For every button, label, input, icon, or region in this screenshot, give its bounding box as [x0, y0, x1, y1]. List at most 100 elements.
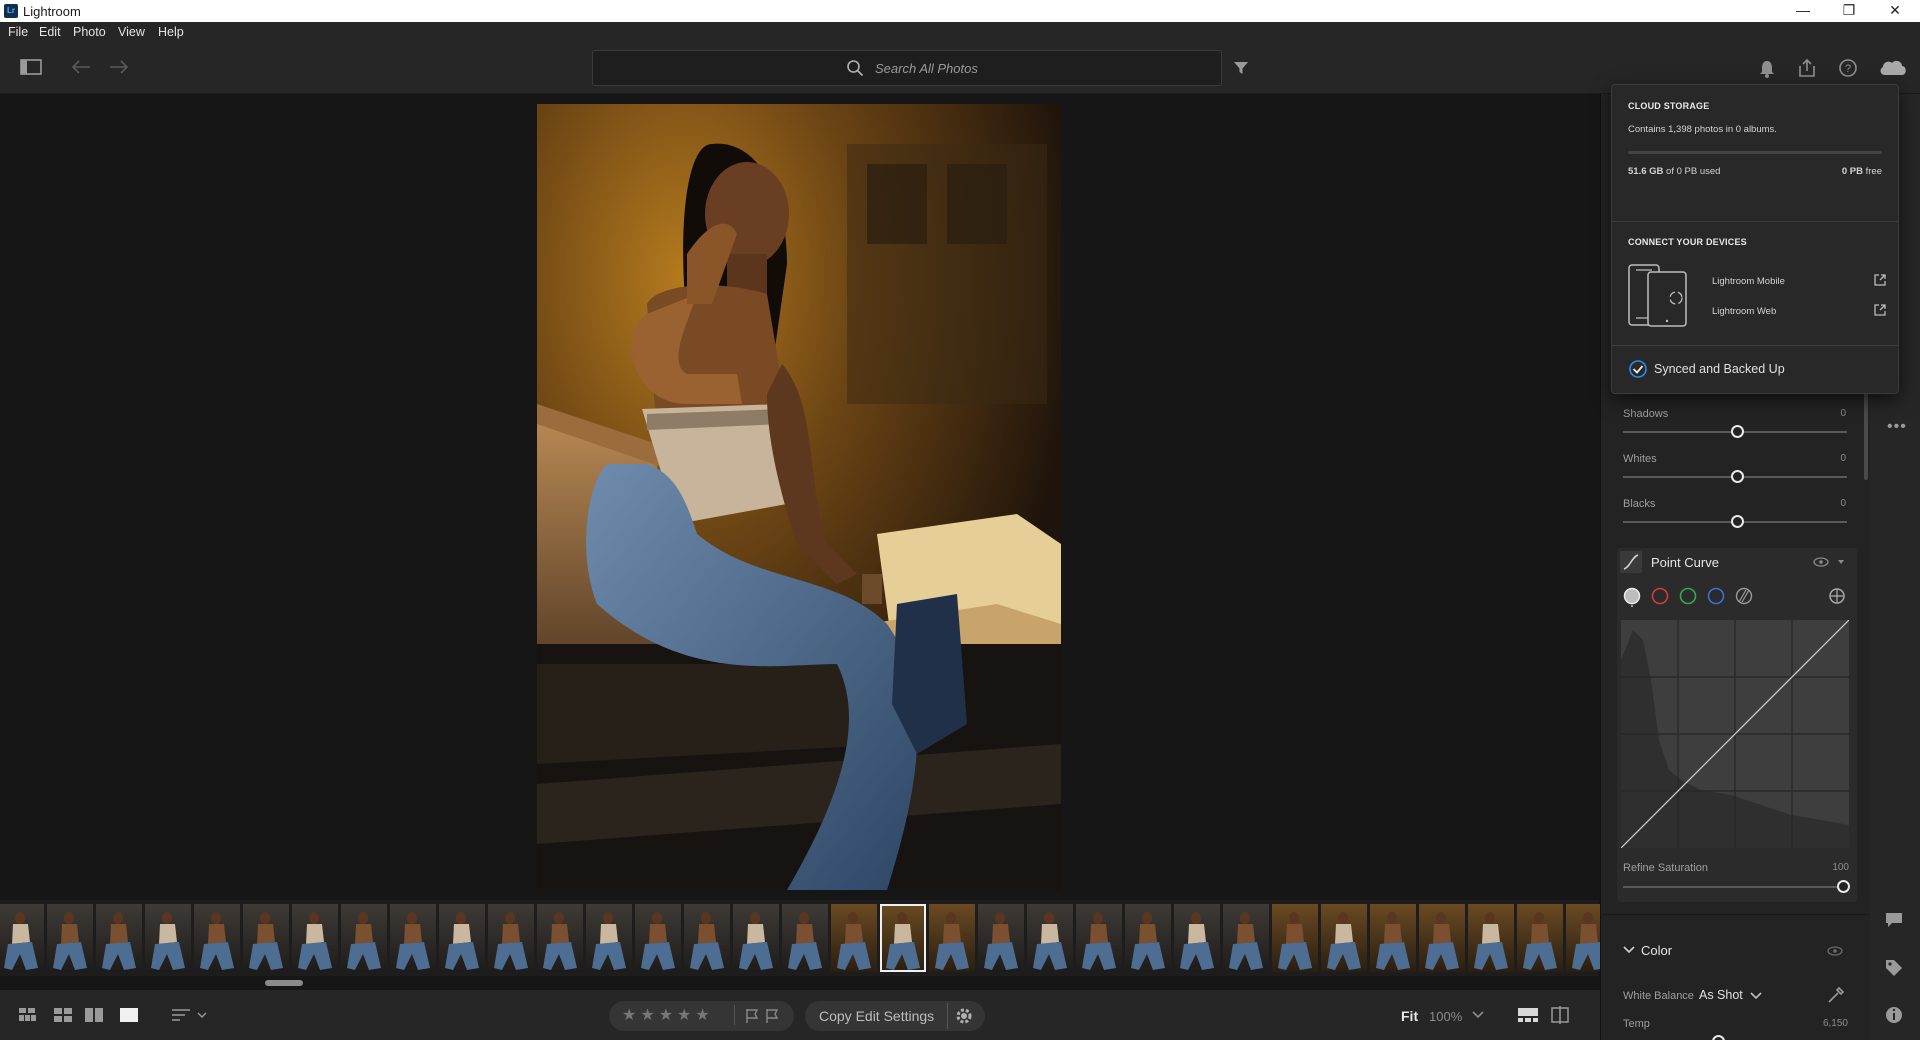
- lightroom-web-link[interactable]: Lightroom Web: [1712, 306, 1776, 317]
- storage-used-suffix: of 0 PB used: [1663, 166, 1721, 177]
- comment-icon[interactable]: [1884, 911, 1904, 929]
- menu-file[interactable]: File: [8, 25, 28, 39]
- filmstrip-thumbnail[interactable]: [635, 904, 681, 972]
- filmstrip-thumbnail[interactable]: [0, 904, 44, 972]
- menu-view[interactable]: View: [118, 25, 145, 39]
- filmstrip-thumbnail[interactable]: [782, 904, 828, 972]
- filmstrip-thumbnail[interactable]: [831, 904, 877, 972]
- info-icon[interactable]: [1884, 1005, 1904, 1025]
- filmstrip-thumbnail[interactable]: [145, 904, 191, 972]
- menu-photo[interactable]: Photo: [73, 25, 106, 39]
- point-curve-title[interactable]: Point Curve: [1651, 555, 1719, 570]
- shadows-value[interactable]: 0: [1816, 408, 1846, 419]
- filmstrip-thumbnail[interactable]: [733, 904, 779, 972]
- help-icon[interactable]: ?: [1838, 58, 1858, 78]
- back-arrow-icon[interactable]: [70, 58, 92, 76]
- filmstrip-thumbnail[interactable]: [1076, 904, 1122, 972]
- restore-button[interactable]: ❐: [1826, 0, 1872, 22]
- filmstrip-thumbnail[interactable]: [1419, 904, 1465, 972]
- refine-saturation-knob[interactable]: [1837, 880, 1850, 893]
- shadows-slider-knob[interactable]: [1731, 425, 1744, 438]
- eyedropper-icon[interactable]: [1826, 985, 1846, 1005]
- filmstrip-thumbnail[interactable]: [341, 904, 387, 972]
- panel-toggle-icon[interactable]: [20, 58, 42, 76]
- chevron-down-icon[interactable]: [1750, 991, 1762, 1001]
- filmstrip-thumbnail[interactable]: [488, 904, 534, 972]
- filmstrip-thumbnail[interactable]: [1370, 904, 1416, 972]
- filmstrip-thumbnail[interactable]: [978, 904, 1024, 972]
- filmstrip-thumbnail[interactable]: [292, 904, 338, 972]
- filmstrip-thumbnail[interactable]: [929, 904, 975, 972]
- lightroom-mobile-link[interactable]: Lightroom Mobile: [1712, 276, 1785, 287]
- external-link-icon[interactable]: [1874, 274, 1886, 286]
- flag-icons[interactable]: [745, 1008, 785, 1024]
- minimize-button[interactable]: —: [1780, 0, 1826, 22]
- visibility-eye-icon[interactable]: [1826, 945, 1844, 957]
- whites-label: Whites: [1623, 453, 1657, 465]
- filmstrip-thumbnail[interactable]: [439, 904, 485, 972]
- copy-edit-settings-button[interactable]: Copy Edit Settings: [819, 1008, 934, 1024]
- before-after-icon[interactable]: [1551, 1006, 1571, 1024]
- filmstrip-toggle-icon[interactable]: [1517, 1007, 1539, 1023]
- gear-icon[interactable]: [954, 1006, 974, 1026]
- filmstrip-thumbnail[interactable]: [47, 904, 93, 972]
- filmstrip-thumbnail[interactable]: [390, 904, 436, 972]
- blacks-slider-knob[interactable]: [1731, 515, 1744, 528]
- storage-free-suffix: free: [1862, 166, 1882, 177]
- visibility-eye-icon[interactable]: [1813, 556, 1847, 568]
- filmstrip-scrollbar[interactable]: [265, 980, 303, 986]
- green-channel-icon[interactable]: [1679, 587, 1697, 607]
- external-link-icon[interactable]: [1874, 304, 1886, 316]
- filmstrip-thumbnail[interactable]: [1027, 904, 1073, 972]
- filmstrip-thumbnail[interactable]: [1223, 904, 1269, 972]
- red-channel-icon[interactable]: [1651, 587, 1669, 607]
- filmstrip-thumbnail-selected[interactable]: [880, 904, 926, 972]
- filter-icon[interactable]: [1233, 60, 1249, 76]
- chevron-down-icon[interactable]: [1472, 1010, 1484, 1020]
- filmstrip-thumbnail[interactable]: [1125, 904, 1171, 972]
- loupe-view-icon[interactable]: [119, 1007, 139, 1023]
- tag-icon[interactable]: [1884, 958, 1904, 978]
- blue-channel-icon[interactable]: [1707, 587, 1725, 607]
- filmstrip-thumbnail[interactable]: [537, 904, 583, 972]
- filmstrip-thumbnail[interactable]: [96, 904, 142, 972]
- white-balance-dropdown[interactable]: As Shot: [1699, 988, 1743, 1002]
- filmstrip-thumbnail[interactable]: [684, 904, 730, 972]
- filmstrip-thumbnail[interactable]: [586, 904, 632, 972]
- refine-saturation-track[interactable]: [1623, 886, 1847, 888]
- whites-value[interactable]: 0: [1816, 453, 1846, 464]
- menu-help[interactable]: Help: [158, 25, 184, 39]
- tone-curve-graph[interactable]: [1621, 620, 1849, 848]
- temp-value[interactable]: 6,150: [1810, 1018, 1848, 1029]
- zoom-value[interactable]: 100%: [1429, 1009, 1462, 1024]
- share-icon[interactable]: [1797, 58, 1817, 78]
- whites-slider-knob[interactable]: [1731, 470, 1744, 483]
- rgb-channel-icon[interactable]: [1623, 587, 1641, 607]
- blacks-value[interactable]: 0: [1816, 498, 1846, 509]
- filmstrip-thumbnail[interactable]: [1468, 904, 1514, 972]
- chevron-down-icon[interactable]: [1623, 945, 1635, 955]
- search-icon: [847, 60, 864, 77]
- square-grid-view-icon[interactable]: [18, 1007, 38, 1023]
- filmstrip-thumbnail[interactable]: [1321, 904, 1367, 972]
- target-adjust-icon[interactable]: [1828, 587, 1846, 607]
- color-section-title[interactable]: Color: [1641, 943, 1672, 958]
- star-rating[interactable]: ★★★★★: [622, 1005, 714, 1025]
- filmstrip-thumbnail[interactable]: [1272, 904, 1318, 972]
- forward-arrow-icon[interactable]: [108, 58, 130, 76]
- cloud-icon[interactable]: [1878, 56, 1908, 78]
- more-options-icon[interactable]: •••: [1887, 418, 1907, 436]
- fit-zoom-label[interactable]: Fit: [1401, 1008, 1418, 1024]
- filmstrip-thumbnail[interactable]: [194, 904, 240, 972]
- parametric-curve-icon[interactable]: [1735, 587, 1753, 607]
- filmstrip-thumbnail[interactable]: [1174, 904, 1220, 972]
- menu-edit[interactable]: Edit: [39, 25, 61, 39]
- filmstrip-thumbnail[interactable]: [1517, 904, 1563, 972]
- filmstrip-thumbnail[interactable]: [243, 904, 289, 972]
- refine-saturation-value[interactable]: 100: [1819, 862, 1849, 873]
- sort-icon[interactable]: [171, 1007, 209, 1023]
- notification-bell-icon[interactable]: [1758, 59, 1776, 79]
- compare-view-icon[interactable]: [84, 1007, 104, 1023]
- grid-view-icon[interactable]: [53, 1007, 73, 1023]
- close-button[interactable]: ✕: [1872, 0, 1918, 22]
